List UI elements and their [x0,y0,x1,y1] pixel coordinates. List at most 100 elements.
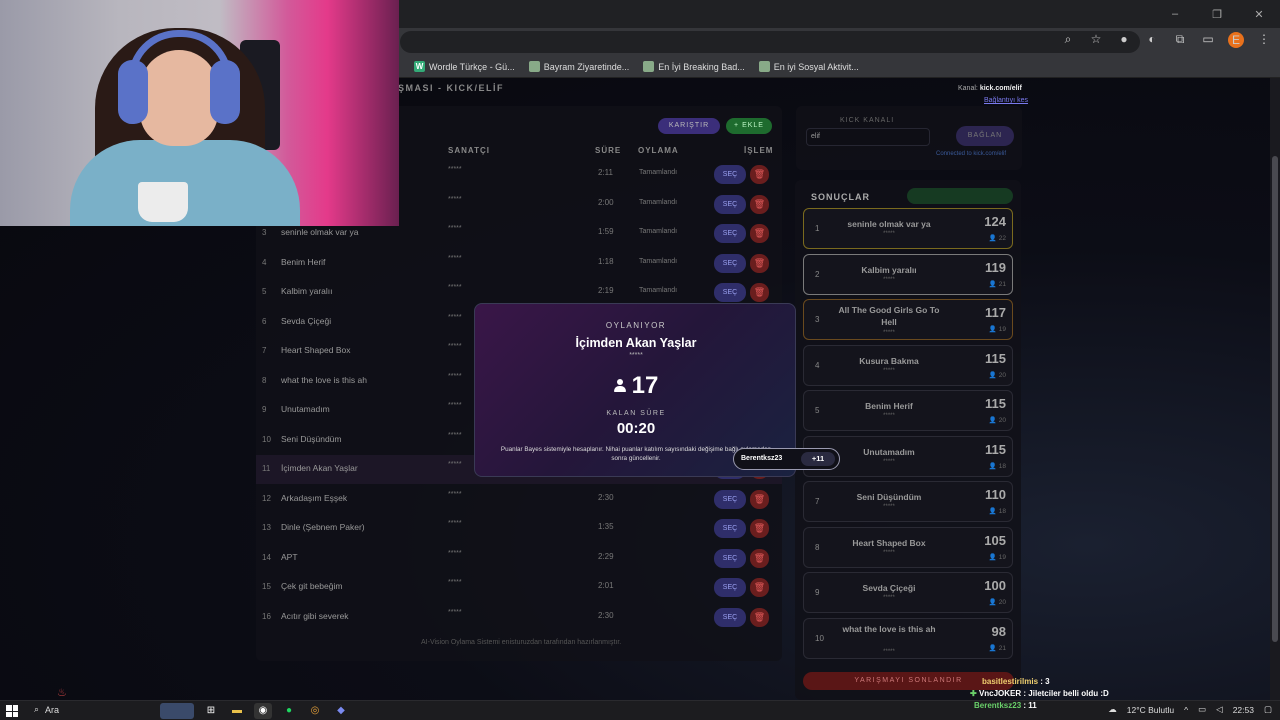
widgets-icon[interactable] [160,703,194,719]
disconnect-link[interactable]: Bağlantıyı kes [984,97,1028,104]
add-song-button[interactable]: + EKLE [726,118,772,134]
delete-icon[interactable]: 🗑 [750,489,769,509]
spotify-icon[interactable]: ● [280,703,298,719]
scrollbar-thumb[interactable] [1272,156,1278,642]
song-artist: ***** [448,166,462,173]
song-title: Sevda Çiçeği [281,315,332,326]
select-button[interactable]: SEÇ [714,489,746,509]
chat-user: Berentksz23 [974,701,1022,710]
chat-message: Berentksz23 : 11 [974,700,1109,712]
delete-icon[interactable]: 🗑 [750,165,769,184]
column-vote: OYLAMA [638,146,679,155]
zoom-icon[interactable]: ⌕ [1060,32,1076,48]
result-rank: 1 [815,224,820,233]
bookmark-bayram[interactable]: Bayram Ziyaretinde... [528,61,630,72]
weather[interactable]: 12°C Bulutlu [1127,705,1174,715]
delete-icon[interactable]: 🗑 [750,194,769,214]
volume-icon[interactable]: ◁ [1216,704,1223,715]
notification-icon[interactable]: ▢ [1264,704,1272,715]
song-title: Kalbim yaralıı [281,286,333,296]
delete-icon[interactable]: 🗑 [750,578,769,597]
result-title: Benim Herif [865,401,913,411]
bookmark-label: Bayram Ziyaretinde... [543,61,630,72]
taskbar-search[interactable]: ⌕ Ara [34,704,59,715]
clock[interactable]: 22:53 [1233,705,1254,715]
select-button[interactable]: SEÇ [714,578,746,597]
profile-avatar[interactable]: E [1228,32,1244,48]
song-title: İçimden Akan Yaşlar [281,463,358,473]
select-button[interactable]: SEÇ [714,194,746,214]
discord-icon[interactable]: ◆ [332,703,350,719]
select-button[interactable]: SEÇ [714,548,746,568]
star-icon[interactable]: ☆ [1088,32,1104,48]
task-view-icon[interactable]: ⊞ [202,703,220,719]
delete-icon[interactable]: 🗑 [750,253,769,273]
bookmark-sosyal[interactable]: En iyi Sosyal Aktivit... [758,61,859,72]
kick-connect-panel: KICK KANALI elif BAĞLAN Connected to kic… [796,106,1022,170]
select-button[interactable]: SEÇ [714,607,746,627]
extensions-icon[interactable]: ⧉ [1172,32,1188,48]
chat-message: basitlestirilmis : 3 [982,676,1109,688]
select-button[interactable]: SEÇ [714,165,746,184]
result-rank: 8 [815,542,820,552]
page-scrollbar[interactable] [1270,78,1280,700]
song-vote-status: Tamamlandı [639,198,678,206]
song-vote-status: Tamamlandı [639,287,678,294]
delete-icon[interactable]: 🗑 [750,519,769,538]
kick-channel-input[interactable]: elif [806,128,930,146]
song-artist: ***** [448,549,462,557]
song-duration: 2:30 [598,492,614,502]
bookmark-breaking-bad[interactable]: En İyi Breaking Bad... [643,61,745,72]
channel-label: Kanal: [958,85,978,92]
song-row[interactable]: 4 Benim Herif ***** 1:18 Tamamlandı SEÇ 🗑 [256,249,782,278]
result-artist: ***** [883,458,895,465]
windows-start-icon[interactable] [6,705,18,717]
bookmark-wordle[interactable]: W Wordle Türkçe - Gü... [414,61,515,72]
delete-icon[interactable]: 🗑 [750,607,769,627]
minimize-button[interactable]: – [1154,0,1196,28]
delete-icon[interactable]: 🗑 [750,283,769,302]
song-row[interactable]: 12 Arkadaşım Eşşek ***** 2:30 SEÇ 🗑 [256,485,782,514]
voter-count: 20 [998,371,1006,379]
select-button[interactable]: SEÇ [714,253,746,273]
connect-button[interactable]: BAĞLAN [956,126,1014,146]
network-icon[interactable]: ▭ [1198,704,1206,715]
chat-text: : 3 [1040,677,1050,686]
file-explorer-icon[interactable]: ▬ [228,703,246,719]
result-card: 1 seninle olmak var ya ***** 124 👤 22 [803,208,1013,249]
close-button[interactable]: ✕ [1238,0,1280,28]
column-duration: SÜRE [595,146,622,155]
delete-icon[interactable]: 🗑 [750,548,769,568]
chrome-icon[interactable]: ◎ [306,703,324,719]
result-card: 10 what the love is this ah ***** 98 👤 21 [803,617,1013,659]
song-duration: 1:18 [598,256,614,266]
song-artist: ***** [448,284,462,291]
result-voters: 👤 21 [988,280,1006,288]
menu-icon[interactable]: ⋮ [1256,32,1272,48]
sidebar-icon[interactable]: ▭ [1200,32,1216,48]
song-row[interactable]: 14 APT ***** 2:29 SEÇ 🗑 [256,544,782,573]
cup [138,182,188,222]
song-row[interactable]: 16 Acıtır gibi severek ***** 2:30 SEÇ 🗑 [256,603,782,632]
song-row[interactable]: 15 Çek git bebeğim ***** 2:01 SEÇ 🗑 [256,573,782,602]
address-bar[interactable] [400,31,1140,53]
select-button[interactable]: SEÇ [714,283,746,302]
song-duration: 2:19 [598,286,614,295]
song-number: 10 [262,434,271,444]
extension-icon[interactable]: ● [1116,32,1132,48]
song-row[interactable]: 13 Dinle (Şebnem Paker) ***** 1:35 SEÇ 🗑 [256,514,782,543]
song-artist: ***** [448,431,462,439]
maximize-button[interactable]: ❐ [1196,0,1238,28]
audio-icon[interactable]: ◐ [1144,32,1160,48]
result-voters: 👤 20 [988,371,1006,379]
song-vote-status: Tamamlandı [639,228,678,235]
song-number: 9 [262,405,267,414]
shuffle-button[interactable]: KARIŞTIR [658,118,720,134]
select-button[interactable]: SEÇ [714,519,746,538]
song-artist: ***** [448,402,462,409]
tray-chevron-icon[interactable]: ^ [1184,705,1188,715]
delete-icon[interactable]: 🗑 [750,224,769,243]
select-button[interactable]: SEÇ [714,224,746,243]
connection-status: Connected to kick.com/elif [936,151,1007,157]
obs-icon[interactable]: ◉ [254,703,272,719]
